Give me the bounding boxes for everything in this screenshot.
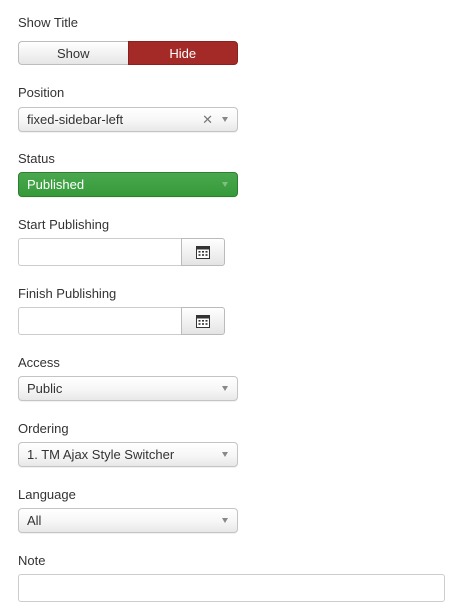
access-value: Public	[27, 381, 63, 396]
hide-option-button[interactable]: Hide	[127, 41, 238, 65]
chevron-down-icon	[222, 518, 228, 523]
chevron-down-icon	[222, 182, 228, 187]
start-publishing-input[interactable]	[18, 238, 181, 266]
finish-publishing-calendar-button[interactable]	[181, 307, 225, 335]
status-value: Published	[27, 177, 85, 192]
note-label: Note	[18, 553, 46, 568]
close-icon[interactable]: ✕	[202, 112, 213, 128]
access-label: Access	[18, 355, 60, 370]
start-publishing-label: Start Publishing	[18, 217, 110, 232]
access-select[interactable]: Public	[18, 376, 238, 401]
calendar-icon	[196, 245, 210, 259]
show-option-button[interactable]: Show	[18, 41, 128, 65]
language-label: Language	[18, 487, 76, 502]
position-select[interactable]: fixed-sidebar-left ✕	[18, 107, 238, 132]
chevron-down-icon	[222, 452, 228, 457]
chevron-down-icon	[222, 117, 228, 122]
position-value: fixed-sidebar-left	[27, 112, 124, 127]
status-label: Status	[18, 151, 55, 166]
status-select[interactable]: Published	[18, 172, 238, 197]
module-options-form: Show Title Show Hide Position fixed-side…	[0, 0, 463, 612]
show-title-label: Show Title	[18, 15, 78, 30]
finish-publishing-field	[18, 307, 225, 335]
language-value: All	[27, 513, 42, 528]
finish-publishing-label: Finish Publishing	[18, 286, 117, 301]
ordering-label: Ordering	[18, 421, 69, 436]
ordering-value: 1. TM Ajax Style Switcher	[27, 447, 175, 462]
note-input[interactable]	[18, 574, 445, 602]
start-publishing-calendar-button[interactable]	[181, 238, 225, 266]
chevron-down-icon	[222, 386, 228, 391]
calendar-icon	[196, 314, 210, 328]
ordering-select[interactable]: 1. TM Ajax Style Switcher	[18, 442, 238, 467]
start-publishing-field	[18, 238, 225, 266]
language-select[interactable]: All	[18, 508, 238, 533]
position-label: Position	[18, 85, 65, 100]
finish-publishing-input[interactable]	[18, 307, 181, 335]
show-title-toggle[interactable]: Show Hide	[18, 41, 238, 65]
